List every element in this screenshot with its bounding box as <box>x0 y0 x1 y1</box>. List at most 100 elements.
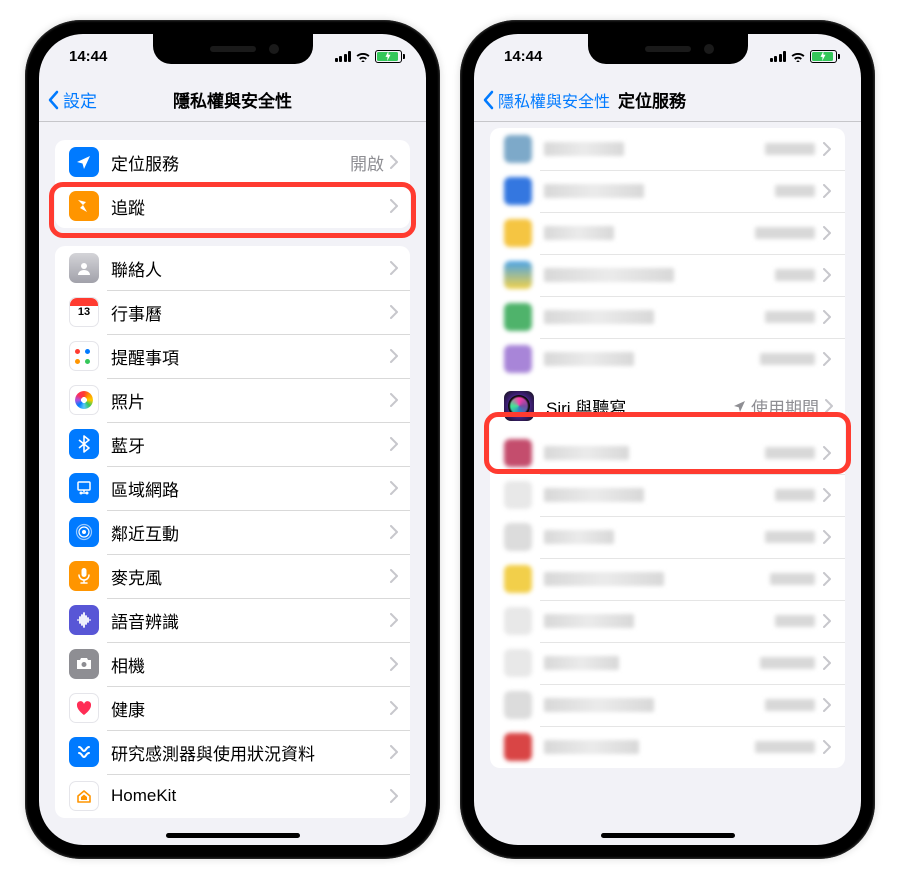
row-homekit[interactable]: HomeKit <box>55 774 410 818</box>
chevron-right-icon <box>390 657 398 671</box>
row-health[interactable]: 健康 <box>55 686 410 730</box>
list-item-blurred[interactable] <box>490 684 845 726</box>
notch <box>588 34 748 64</box>
home-indicator[interactable] <box>166 833 300 838</box>
photos-icon <box>69 385 99 415</box>
siri-icon <box>504 391 534 421</box>
nav-bar: 隱私權與安全性 定位服務 <box>474 78 861 122</box>
cellular-signal-icon <box>335 51 352 62</box>
homekit-icon <box>69 781 99 811</box>
nav-bar: 設定 隱私權與安全性 <box>39 78 426 122</box>
page-title: 隱私權與安全性 <box>173 87 292 112</box>
row-label: 照片 <box>111 388 390 413</box>
list-item-blurred[interactable] <box>490 128 845 170</box>
row-label: 區域網路 <box>111 476 390 501</box>
row-label: HomeKit <box>111 786 390 806</box>
back-button[interactable]: 隱私權與安全性 定位服務 <box>482 87 686 112</box>
chevron-right-icon <box>390 613 398 627</box>
wifi-icon <box>790 50 806 62</box>
chevron-right-icon <box>390 481 398 495</box>
list-item-blurred[interactable] <box>490 642 845 684</box>
phone-right: 14:44 隱私權與安全性 定位服務 <box>460 20 875 859</box>
back-label: 隱私權與安全性 <box>498 88 610 112</box>
reminders-icon <box>69 341 99 371</box>
list-item-blurred[interactable] <box>490 338 845 380</box>
location-arrow-icon <box>69 147 99 177</box>
status-time: 14:44 <box>504 48 542 65</box>
row-label: 健康 <box>111 696 390 721</box>
cellular-signal-icon <box>770 51 787 62</box>
list-item-blurred[interactable] <box>490 558 845 600</box>
calendar-icon: 13 <box>69 297 99 327</box>
list-item-blurred[interactable] <box>490 474 845 516</box>
app-list: Siri 與聽寫 使用期間 <box>490 128 845 768</box>
research-icon <box>69 737 99 767</box>
nearby-icon <box>69 517 99 547</box>
chevron-right-icon <box>390 393 398 407</box>
camera-icon <box>69 649 99 679</box>
row-photos[interactable]: 照片 <box>55 378 410 422</box>
tracking-icon <box>69 191 99 221</box>
chevron-right-icon <box>390 261 398 275</box>
row-research-sensor[interactable]: 研究感測器與使用狀況資料 <box>55 730 410 774</box>
row-local-network[interactable]: 區域網路 <box>55 466 410 510</box>
row-label: 麥克風 <box>111 564 390 589</box>
list-item-blurred[interactable] <box>490 296 845 338</box>
list-item-blurred[interactable] <box>490 516 845 558</box>
status-right <box>770 50 838 63</box>
row-camera[interactable]: 相機 <box>55 642 410 686</box>
chevron-right-icon <box>825 399 833 413</box>
row-label: 追蹤 <box>111 194 390 219</box>
row-label: 藍牙 <box>111 432 390 457</box>
chevron-right-icon <box>390 155 398 169</box>
row-label: 鄰近互動 <box>111 520 390 545</box>
row-label: 提醒事項 <box>111 344 390 369</box>
row-microphone[interactable]: 麥克風 <box>55 554 410 598</box>
row-siri-dictation[interactable]: Siri 與聽寫 使用期間 <box>490 380 845 432</box>
list-item-blurred[interactable] <box>490 254 845 296</box>
content[interactable]: Siri 與聽寫 使用期間 <box>474 122 861 845</box>
screen-right: 14:44 隱私權與安全性 定位服務 <box>474 34 861 845</box>
home-indicator[interactable] <box>601 833 735 838</box>
row-tracking[interactable]: 追蹤 <box>55 184 410 228</box>
chevron-right-icon <box>390 745 398 759</box>
chevron-right-icon <box>390 701 398 715</box>
row-value: 開啟 <box>350 150 384 175</box>
microphone-icon <box>69 561 99 591</box>
chevron-right-icon <box>390 525 398 539</box>
screen-left: 14:44 設定 隱私權與安全性 定位 <box>39 34 426 845</box>
content[interactable]: 定位服務 開啟 追蹤 聯絡人 <box>39 122 426 845</box>
row-location-services[interactable]: 定位服務 開啟 <box>55 140 410 184</box>
row-label: 語音辨識 <box>111 608 390 633</box>
bluetooth-icon <box>69 429 99 459</box>
row-label: 聯絡人 <box>111 256 390 281</box>
row-reminders[interactable]: 提醒事項 <box>55 334 410 378</box>
speech-recognition-icon <box>69 605 99 635</box>
back-label: 設定 <box>63 87 97 112</box>
row-speech-recognition[interactable]: 語音辨識 <box>55 598 410 642</box>
row-calendar[interactable]: 13 行事曆 <box>55 290 410 334</box>
row-label: 定位服務 <box>111 150 350 175</box>
list-item-blurred[interactable] <box>490 726 845 768</box>
row-bluetooth[interactable]: 藍牙 <box>55 422 410 466</box>
chevron-right-icon <box>390 199 398 213</box>
contacts-icon <box>69 253 99 283</box>
list-item-blurred[interactable] <box>490 170 845 212</box>
health-icon <box>69 693 99 723</box>
row-nearby-interactions[interactable]: 鄰近互動 <box>55 510 410 554</box>
list-item-blurred[interactable] <box>490 432 845 474</box>
chevron-right-icon <box>390 349 398 363</box>
group-privacy-categories: 聯絡人 13 行事曆 提醒事項 <box>55 246 410 818</box>
phone-left: 14:44 設定 隱私權與安全性 定位 <box>25 20 440 859</box>
list-item-blurred[interactable] <box>490 212 845 254</box>
row-label: 研究感測器與使用狀況資料 <box>111 740 390 765</box>
row-contacts[interactable]: 聯絡人 <box>55 246 410 290</box>
chevron-right-icon <box>390 305 398 319</box>
back-button[interactable]: 設定 <box>47 87 97 112</box>
row-label: 相機 <box>111 652 390 677</box>
chevron-right-icon <box>390 789 398 803</box>
row-label: Siri 與聽寫 <box>546 394 733 419</box>
local-network-icon <box>69 473 99 503</box>
list-item-blurred[interactable] <box>490 600 845 642</box>
row-label: 行事曆 <box>111 300 390 325</box>
